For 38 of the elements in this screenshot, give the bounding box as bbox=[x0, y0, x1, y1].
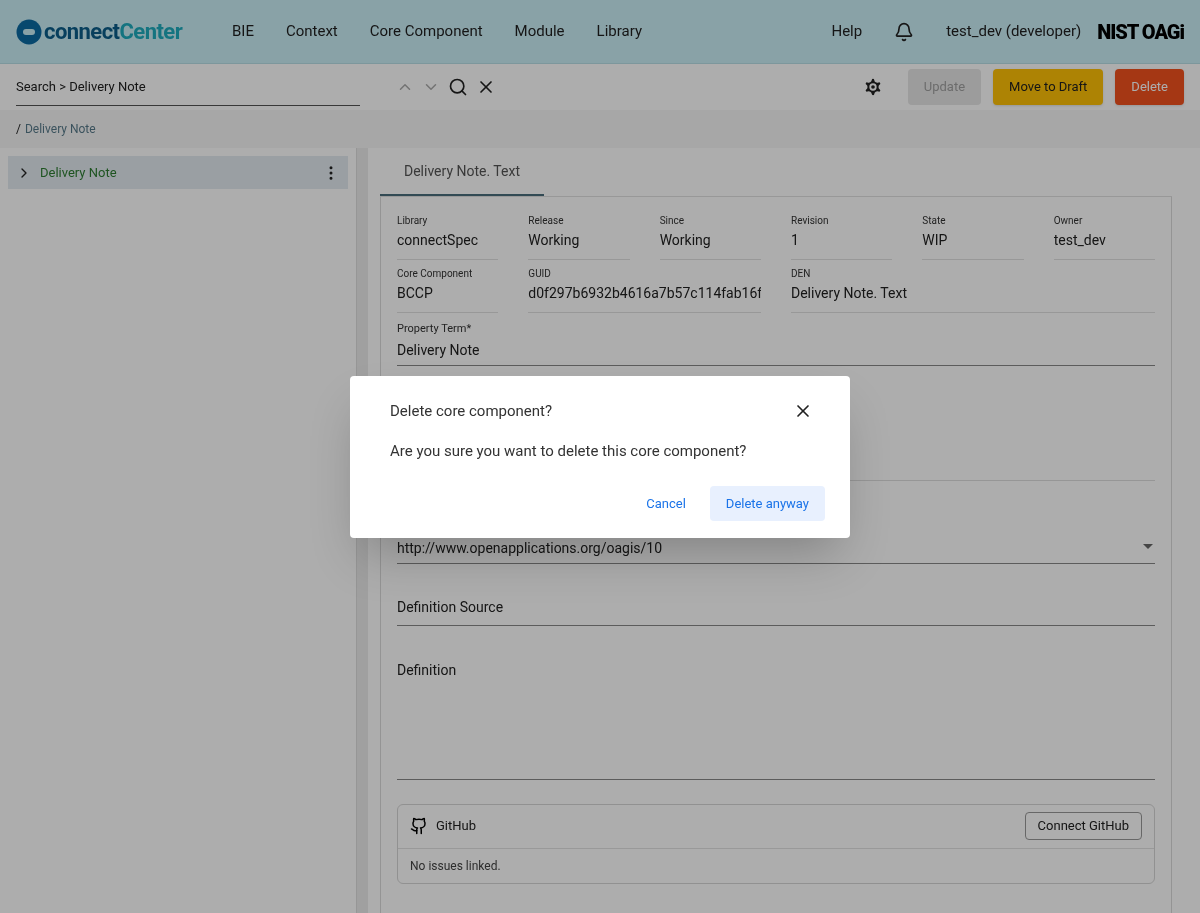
dialog-button[interactable]: Cancel bbox=[630, 486, 702, 521]
app-logo-text: connectCenter bbox=[44, 20, 183, 43]
logo-icon bbox=[16, 18, 42, 45]
breadcrumb-separator: / bbox=[16, 121, 21, 138]
connect-github-button[interactable]: Connect GitHub bbox=[1024, 812, 1142, 840]
nav-link[interactable]: Context bbox=[269, 20, 354, 43]
search-field[interactable]: Search > Delivery Note bbox=[16, 68, 360, 106]
property-term-field[interactable]: Property Term* Delivery Note bbox=[397, 321, 1155, 366]
read-only-field: State WIP bbox=[922, 213, 1024, 260]
read-only-field: Owner test_dev bbox=[1053, 213, 1155, 260]
read-only-field: Since Working bbox=[659, 213, 761, 260]
read-only-field: DEN Delivery Note. Text bbox=[791, 266, 1155, 313]
read-only-field: Release Working bbox=[528, 213, 630, 260]
dialog-title: Delete core component? bbox=[390, 401, 553, 422]
nav-link[interactable]: Core Component bbox=[353, 20, 499, 43]
nav-link[interactable]: BIE bbox=[216, 20, 270, 43]
read-only-field: Library connectSpec bbox=[397, 213, 499, 260]
notification-icon[interactable] bbox=[894, 21, 915, 42]
github-title: GitHub bbox=[436, 817, 476, 836]
dialog-message: Are you sure you want to delete this core component? bbox=[390, 440, 748, 462]
dialog-button[interactable]: Delete anyway bbox=[709, 486, 825, 521]
nav-link[interactable]: Module bbox=[498, 20, 581, 43]
tab[interactable]: Delivery Note. Text bbox=[380, 148, 544, 196]
read-only-field: Core Component BCCP bbox=[397, 266, 499, 313]
github-icon bbox=[410, 817, 428, 835]
definition-field[interactable]: Definition bbox=[397, 651, 1155, 780]
nav-link[interactable]: Library bbox=[580, 20, 658, 43]
tree-item[interactable]: Delivery Note bbox=[8, 156, 348, 189]
help-link[interactable]: Help bbox=[815, 20, 879, 43]
github-message: No issues linked. bbox=[409, 857, 502, 875]
partner-logo: NIST OAGi bbox=[1097, 18, 1184, 46]
search-icon[interactable] bbox=[448, 77, 468, 97]
breadcrumb-link[interactable]: Delivery Note bbox=[24, 120, 96, 138]
toolbar-button[interactable]: Move to Draft bbox=[993, 69, 1104, 105]
definition-source-field[interactable]: Definition Source bbox=[397, 589, 1155, 626]
user-menu[interactable]: test_dev (developer) bbox=[930, 20, 1098, 43]
tree-label: Delivery Note bbox=[40, 163, 118, 182]
read-only-field: Revision 1 bbox=[791, 213, 893, 260]
